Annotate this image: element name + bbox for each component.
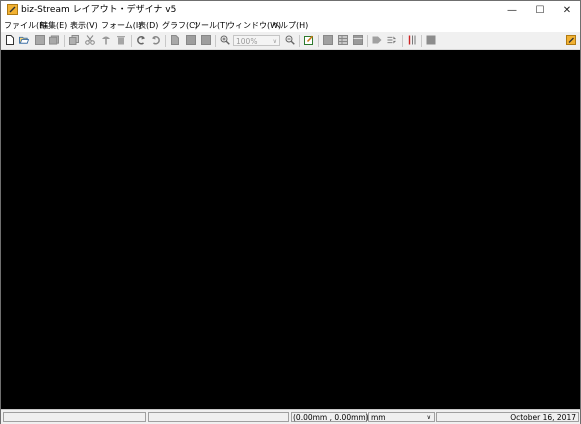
status-cell-info xyxy=(148,412,289,422)
stop-icon xyxy=(426,35,436,45)
export-arrow-icon xyxy=(372,36,382,44)
window-title: biz-Stream レイアウト・デザイナ v5 xyxy=(21,5,177,15)
toolbar-separator xyxy=(299,35,300,47)
copy-button[interactable] xyxy=(69,35,79,45)
open-folder-icon xyxy=(19,36,29,44)
trash-icon xyxy=(117,36,125,45)
memo-button[interactable] xyxy=(566,35,576,45)
menu-table[interactable]: 表(D) xyxy=(138,20,158,31)
menu-view[interactable]: 表示(V) xyxy=(70,20,98,31)
save-all-button[interactable] xyxy=(49,35,59,45)
paste-button[interactable] xyxy=(101,35,111,45)
zoom-out-button[interactable] xyxy=(285,35,295,45)
undo-icon xyxy=(137,36,145,45)
table-grid-icon xyxy=(338,35,348,45)
coordinates-text: (0.00mm , 0.00mm) xyxy=(293,413,369,422)
title-bar[interactable]: biz-Stream レイアウト・デザイナ v5 — ☐ ✕ xyxy=(1,1,580,19)
open-button[interactable] xyxy=(19,35,29,45)
date-text: October 16, 2017 xyxy=(510,413,576,422)
copy-icon xyxy=(69,35,79,45)
design-canvas[interactable] xyxy=(1,50,580,409)
menu-edit[interactable]: 編集(E) xyxy=(40,20,67,31)
page-layout-icon xyxy=(186,35,196,45)
page-icon xyxy=(171,35,179,45)
edit-form-button[interactable] xyxy=(304,35,314,45)
toolbar-separator xyxy=(318,35,319,47)
maximize-icon: ☐ xyxy=(535,4,545,16)
page-button[interactable] xyxy=(170,35,180,45)
page-setup-icon xyxy=(201,35,211,45)
menu-help[interactable]: ヘルプ(H) xyxy=(272,20,308,31)
delete-button[interactable] xyxy=(116,35,126,45)
status-bar: (0.00mm , 0.00mm) mm ∨ October 16, 2017 xyxy=(1,409,580,424)
application-window: biz-Stream レイアウト・デザイナ v5 — ☐ ✕ ファイル(F) 編… xyxy=(0,0,581,424)
menu-bar: ファイル(F) 編集(E) 表示(V) フォーム(I) 表(D) グラフ(C) … xyxy=(1,19,580,32)
zoom-value: 100% xyxy=(236,37,258,46)
zoom-in-icon xyxy=(220,35,230,45)
toolbar-separator xyxy=(367,35,368,47)
scissors-icon xyxy=(85,35,95,45)
page-layout-button[interactable] xyxy=(186,35,196,45)
unit-select[interactable]: mm ∨ xyxy=(368,412,435,422)
convert-icon xyxy=(387,36,397,44)
redo-button[interactable] xyxy=(151,35,161,45)
save-button[interactable] xyxy=(35,35,45,45)
toolbar-separator xyxy=(421,35,422,47)
properties-icon xyxy=(408,35,416,45)
table-icon xyxy=(323,35,333,45)
toolbar-separator xyxy=(64,35,65,47)
chevron-down-icon: ∨ xyxy=(272,38,277,45)
table-rows-button[interactable] xyxy=(353,35,363,45)
new-document-icon xyxy=(6,35,14,45)
save-icon xyxy=(35,35,45,45)
page-setup-button[interactable] xyxy=(201,35,211,45)
zoom-in-button[interactable] xyxy=(220,35,230,45)
toolbar-separator xyxy=(402,35,403,47)
undo-button[interactable] xyxy=(136,35,146,45)
table-rows-icon xyxy=(353,35,363,45)
table-button[interactable] xyxy=(323,35,333,45)
unit-value: mm xyxy=(371,413,386,422)
toolbar-separator xyxy=(131,35,132,47)
convert-button[interactable] xyxy=(387,35,397,45)
toolbar: 100% ∨ xyxy=(1,32,580,50)
cut-button[interactable] xyxy=(85,35,95,45)
minimize-button[interactable]: — xyxy=(498,1,526,19)
redo-icon xyxy=(152,36,160,45)
menu-form[interactable]: フォーム(I) xyxy=(101,20,141,31)
table-grid-button[interactable] xyxy=(338,35,348,45)
status-cell-message xyxy=(3,412,146,422)
chevron-down-icon: ∨ xyxy=(426,414,431,421)
memo-icon xyxy=(566,35,576,45)
new-document-button[interactable] xyxy=(5,35,15,45)
stop-button[interactable] xyxy=(426,35,436,45)
properties-button[interactable] xyxy=(407,35,417,45)
coordinates-display: (0.00mm , 0.00mm) xyxy=(291,412,369,422)
paste-icon xyxy=(102,36,110,45)
save-all-icon xyxy=(49,35,59,45)
edit-pencil-icon xyxy=(304,35,314,45)
maximize-button[interactable]: ☐ xyxy=(526,1,554,19)
date-display: October 16, 2017 xyxy=(436,412,579,422)
minimize-icon: — xyxy=(507,4,517,16)
close-icon: ✕ xyxy=(562,4,572,16)
close-button[interactable]: ✕ xyxy=(553,1,581,19)
zoom-select[interactable]: 100% ∨ xyxy=(233,35,280,46)
toolbar-separator xyxy=(165,35,166,47)
app-logo-icon xyxy=(7,4,18,15)
toolbar-separator xyxy=(215,35,216,47)
zoom-out-icon xyxy=(285,35,295,45)
menu-tools[interactable]: ツール(T) xyxy=(193,20,228,31)
export-button[interactable] xyxy=(372,35,382,45)
